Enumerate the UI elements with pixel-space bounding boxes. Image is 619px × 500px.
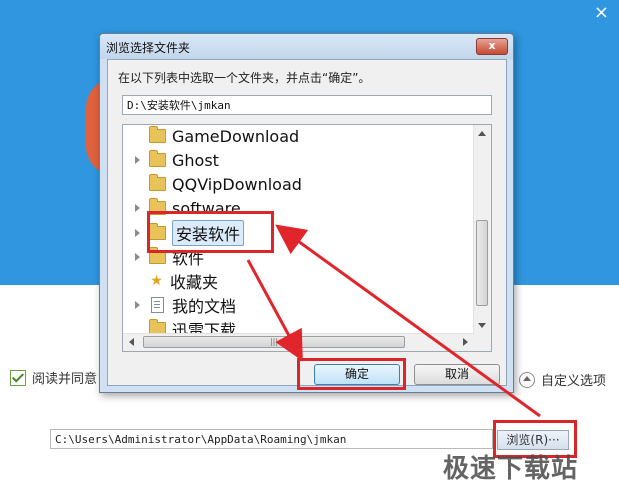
scroll-down-icon[interactable] xyxy=(478,323,486,328)
watermark: 极速下载站 xyxy=(443,454,579,484)
agree-checkbox[interactable] xyxy=(10,369,26,386)
vertical-scroll-thumb[interactable] xyxy=(476,220,488,306)
folder-icon xyxy=(149,126,166,143)
install-path-input[interactable]: C:\Users\Administrator\AppData\Roaming\j… xyxy=(50,429,493,449)
agree-label: 阅读并同意 xyxy=(32,372,98,387)
tree-item-label: QQVipDownload xyxy=(172,174,302,194)
custom-options-label: 自定义选项 xyxy=(541,374,607,389)
folder-icon xyxy=(149,174,166,191)
expand-arrow-icon[interactable] xyxy=(135,253,140,261)
dialog-title: 浏览选择文件夹 xyxy=(106,41,191,55)
dialog-titlebar[interactable]: 浏览选择文件夹 x xyxy=(100,34,513,59)
custom-options-toggle[interactable]: 自定义选项 xyxy=(519,370,606,389)
expand-arrow-icon[interactable] xyxy=(135,204,140,212)
agree-checkbox-row[interactable]: 阅读并同意 xyxy=(10,368,97,387)
scroll-right-icon[interactable] xyxy=(463,338,468,346)
expand-arrow-icon[interactable] xyxy=(135,229,140,237)
horizontal-scroll-thumb[interactable]: ||| xyxy=(143,336,405,348)
cancel-button[interactable]: 取消 xyxy=(414,364,500,385)
vertical-scrollbar[interactable] xyxy=(473,125,491,334)
scroll-left-icon[interactable] xyxy=(129,338,134,346)
selected-folder-path: D:\安装软件\jmkan xyxy=(122,95,492,115)
scrollbar-corner xyxy=(474,334,491,351)
star-icon: ★ xyxy=(150,273,163,289)
folder-icon xyxy=(149,150,166,167)
tree-item-favorites[interactable]: ★ 收藏夹 xyxy=(149,270,218,292)
tree-item-gamedownload[interactable]: GameDownload xyxy=(149,125,299,147)
horizontal-scrollbar[interactable]: ||| xyxy=(123,333,474,351)
tree-item-ghost[interactable]: Ghost xyxy=(135,149,219,171)
expand-arrow-icon[interactable] xyxy=(135,156,140,164)
chevron-up-icon xyxy=(519,371,535,388)
tree-item-my-documents[interactable]: 我的文档 xyxy=(135,294,237,316)
tree-item-qqvipdownload[interactable]: QQVipDownload xyxy=(149,173,302,195)
installer-close-icon[interactable]: × xyxy=(594,3,609,23)
tree-item-label: 迅雷下载 xyxy=(172,321,237,334)
dialog-instruction: 在以下列表中选取一个文件夹，并点击“确定”。 xyxy=(118,71,371,85)
highlight-box-folder xyxy=(147,211,274,253)
tree-item-thunder-downloads[interactable]: 迅雷下载 xyxy=(149,318,236,334)
highlight-box-ok xyxy=(297,358,406,390)
expand-arrow-icon[interactable] xyxy=(135,301,140,309)
tree-item-label: 我的文档 xyxy=(172,297,237,316)
dialog-close-button[interactable]: x xyxy=(476,38,508,55)
scroll-up-icon[interactable] xyxy=(478,131,486,136)
tree-item-label: GameDownload xyxy=(172,126,300,146)
tree-item-label: 收藏夹 xyxy=(170,273,219,292)
tree-item-label: Ghost xyxy=(172,150,219,170)
document-icon xyxy=(151,297,164,313)
